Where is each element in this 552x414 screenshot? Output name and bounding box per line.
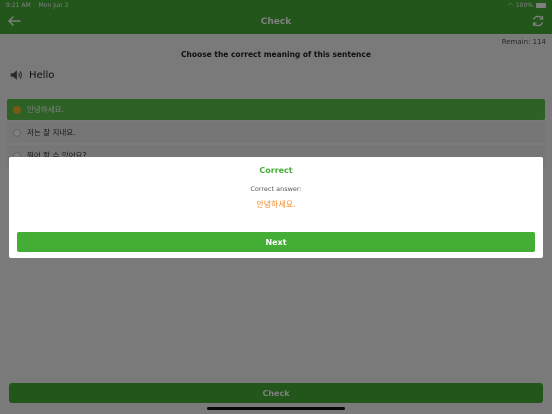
dialog-title: Correct xyxy=(259,166,293,175)
next-button[interactable]: Next xyxy=(17,232,535,252)
app-root: 9:21 AM Mon Jun 3 ◠ 100% Check Remain: 1… xyxy=(0,0,552,414)
dialog-answer: 안녕하세요. xyxy=(256,200,296,209)
result-dialog: Correct Correct answer: 안녕하세요. Next xyxy=(9,157,543,258)
dialog-label: Correct answer: xyxy=(250,185,302,193)
